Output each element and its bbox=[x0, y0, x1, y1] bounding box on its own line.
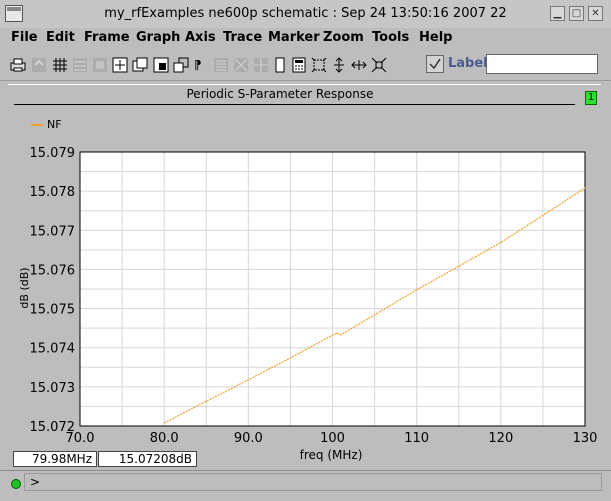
data-point bbox=[416, 289, 418, 291]
data-point bbox=[247, 379, 249, 381]
y-tick-label: 15.072 bbox=[30, 420, 76, 435]
y-tick-label: 15.079 bbox=[30, 146, 76, 161]
data-point bbox=[205, 400, 207, 402]
data-point bbox=[336, 332, 338, 334]
y-tick-label: 15.076 bbox=[30, 263, 76, 278]
command-field[interactable] bbox=[24, 473, 602, 491]
command-prompt: > bbox=[30, 475, 41, 489]
y-tick-label: 15.074 bbox=[30, 342, 76, 357]
y-tick-label: 15.078 bbox=[30, 185, 76, 200]
data-point bbox=[373, 314, 376, 316]
cursor-y-readout: 15.07208dB bbox=[98, 451, 197, 467]
data-point bbox=[584, 187, 586, 189]
x-tick-label: 80.0 bbox=[150, 431, 179, 446]
y-tick-label: 15.077 bbox=[30, 224, 76, 239]
data-point bbox=[163, 422, 165, 424]
x-tick-label: 130 bbox=[573, 431, 598, 446]
data-point bbox=[289, 357, 292, 359]
x-tick-label: 110 bbox=[404, 431, 429, 446]
data-point bbox=[542, 214, 544, 217]
y-tick-label: 15.073 bbox=[30, 381, 76, 396]
x-axis-label: freq (MHz) bbox=[300, 448, 363, 462]
cursor-x-readout: 79.98MHz bbox=[13, 451, 97, 467]
x-tick-label: 90.0 bbox=[234, 431, 263, 446]
data-point bbox=[500, 241, 502, 244]
y-axis-label: dB (dB) bbox=[18, 267, 31, 308]
y-tick-label: 15.075 bbox=[30, 303, 76, 318]
x-tick-label: 100 bbox=[320, 431, 345, 446]
data-point bbox=[331, 334, 334, 336]
line-chart[interactable]: 70.0 80.0 90.0 100 110 120 13015.07215.07315.0… bbox=[0, 0, 611, 500]
data-point bbox=[458, 265, 460, 267]
data-point bbox=[340, 334, 342, 336]
x-tick-label: 120 bbox=[488, 431, 513, 446]
grid bbox=[79, 151, 586, 427]
status-led-icon bbox=[11, 479, 21, 489]
